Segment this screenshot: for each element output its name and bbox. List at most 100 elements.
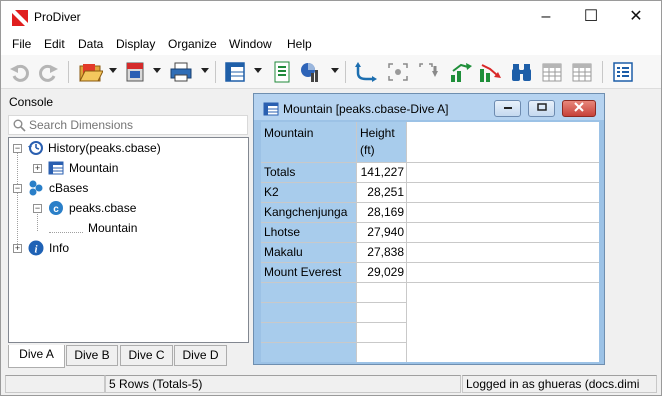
search-dimensions-box[interactable]: [8, 115, 248, 135]
menu-edit[interactable]: Edit: [44, 37, 65, 51]
search-icon: [13, 119, 26, 132]
row-value: 27,940: [367, 225, 404, 239]
dimension-header[interactable]: Mountain: [264, 126, 313, 140]
chart-icon[interactable]: [298, 61, 322, 83]
report-icon[interactable]: [271, 61, 293, 83]
expand-toggle[interactable]: +: [13, 244, 22, 253]
row-value: 29,029: [367, 265, 404, 279]
toolbar: [1, 55, 661, 89]
console-panel: Console − History(peaks.cbase) + Mountai…: [4, 91, 250, 368]
minimize-icon: [503, 107, 512, 109]
sort-descending-icon[interactable]: [478, 61, 502, 83]
dive-minimize-button[interactable]: [494, 100, 521, 117]
menu-organize[interactable]: Organize: [168, 37, 217, 51]
tab-dive-b[interactable]: Dive B: [66, 345, 118, 366]
grid-line: [261, 262, 599, 263]
tree-item-cbases[interactable]: − cBases: [9, 178, 248, 198]
row-name: Kangchenjunga: [264, 205, 348, 219]
maximize-button[interactable]: ☐: [568, 1, 614, 33]
search-input[interactable]: [29, 117, 245, 133]
minimize-button[interactable]: –: [523, 1, 569, 33]
chart-dropdown-arrow[interactable]: [331, 68, 339, 73]
redo-icon[interactable]: [37, 61, 59, 83]
row-value: 141,227: [360, 165, 404, 179]
tab-dive-c[interactable]: Dive C: [120, 345, 173, 366]
collapse-toggle[interactable]: −: [13, 144, 22, 153]
toolbar-separator: [215, 61, 216, 83]
calendar-grid-icon[interactable]: [541, 61, 563, 83]
history-icon: [28, 141, 43, 155]
tree-label: Mountain: [69, 161, 119, 175]
dive-close-button[interactable]: [562, 100, 596, 117]
console-label: Console: [9, 95, 54, 109]
collapse-toggle[interactable]: −: [33, 204, 42, 213]
measure-header-line1[interactable]: Height: [360, 126, 395, 140]
menu-file[interactable]: File: [12, 37, 31, 51]
restore-icon: [536, 103, 547, 111]
drill-icon[interactable]: [417, 61, 441, 83]
tree-label: Info: [49, 241, 70, 255]
dimension-tree: − History(peaks.cbase) + Mountain − cBas…: [8, 137, 249, 343]
menu-data[interactable]: Data: [78, 37, 103, 51]
tree-item-cbase-mountain[interactable]: Mountain: [9, 218, 248, 238]
expand-toggle[interactable]: +: [33, 164, 42, 173]
app-window: ProDiver – ☐ ✕ File Edit Data Display Or…: [0, 0, 662, 396]
swap-axes-icon[interactable]: [354, 61, 378, 83]
grid-line: [261, 182, 599, 183]
close-button[interactable]: ✕: [613, 1, 659, 33]
grid-line: [261, 282, 599, 283]
sort-ascending-icon[interactable]: [449, 61, 473, 83]
cbase-file-icon: c: [49, 201, 63, 215]
tab-dive-d[interactable]: Dive D: [174, 345, 227, 366]
grid-line: [261, 342, 406, 343]
grid-line: [261, 242, 599, 243]
tree-label: Mountain: [88, 221, 138, 235]
menu-display[interactable]: Display: [116, 37, 155, 51]
tree-item-peaks-cbase[interactable]: − c peaks.cbase: [9, 198, 248, 218]
table-dropdown-arrow[interactable]: [254, 68, 262, 73]
menu-bar: File Edit Data Display Organize Window H…: [1, 33, 661, 55]
grid-line: [261, 202, 599, 203]
cbases-icon: [29, 180, 43, 196]
row-value: 28,169: [367, 205, 404, 219]
grid-line: [261, 162, 599, 163]
dive-window: Mountain [peaks.cbase-Dive A] Mountain H…: [253, 93, 605, 365]
dive-book-icon[interactable]: [124, 61, 146, 83]
table-icon: [48, 161, 64, 175]
grid-line: [261, 302, 406, 303]
properties-icon[interactable]: [612, 61, 634, 83]
row-name: Makalu: [264, 245, 303, 259]
open-dropdown-arrow[interactable]: [109, 68, 117, 73]
row-value: 28,251: [367, 185, 404, 199]
prodiver-logo-icon: [12, 10, 28, 26]
tree-item-history-mountain[interactable]: + Mountain: [9, 158, 248, 178]
status-bar: 5 Rows (Totals-5) Logged in as ghueras (…: [1, 373, 661, 395]
menu-help[interactable]: Help: [287, 37, 312, 51]
dive-window-title: Mountain [peaks.cbase-Dive A]: [283, 102, 449, 116]
open-folder-icon[interactable]: [79, 61, 103, 83]
undo-icon[interactable]: [9, 61, 31, 83]
collapse-toggle[interactable]: −: [13, 184, 22, 193]
table-view-icon[interactable]: [224, 61, 246, 83]
grid-icon[interactable]: [571, 61, 593, 83]
svg-text:c: c: [53, 204, 59, 215]
menu-window[interactable]: Window: [229, 37, 272, 51]
tab-dive-a[interactable]: Dive A: [8, 345, 65, 368]
status-cell-empty: [5, 375, 105, 393]
focus-icon[interactable]: [386, 61, 410, 83]
row-name: Totals: [264, 165, 296, 179]
row-name: Mount Everest: [264, 265, 342, 279]
dive-window-titlebar[interactable]: Mountain [peaks.cbase-Dive A]: [254, 94, 604, 120]
dive-dropdown-arrow[interactable]: [153, 68, 161, 73]
binoculars-icon[interactable]: [510, 61, 534, 83]
toolbar-separator: [345, 61, 346, 83]
title-bar: ProDiver – ☐ ✕: [1, 1, 661, 33]
tree-item-history[interactable]: − History(peaks.cbase): [9, 138, 248, 158]
close-icon: [574, 102, 584, 112]
tree-item-info[interactable]: + i Info: [9, 238, 248, 258]
print-dropdown-arrow[interactable]: [201, 68, 209, 73]
dive-restore-button[interactable]: [528, 100, 555, 117]
tree-label: History(peaks.cbase): [48, 141, 161, 155]
print-icon[interactable]: [169, 61, 193, 83]
row-name: K2: [264, 185, 279, 199]
